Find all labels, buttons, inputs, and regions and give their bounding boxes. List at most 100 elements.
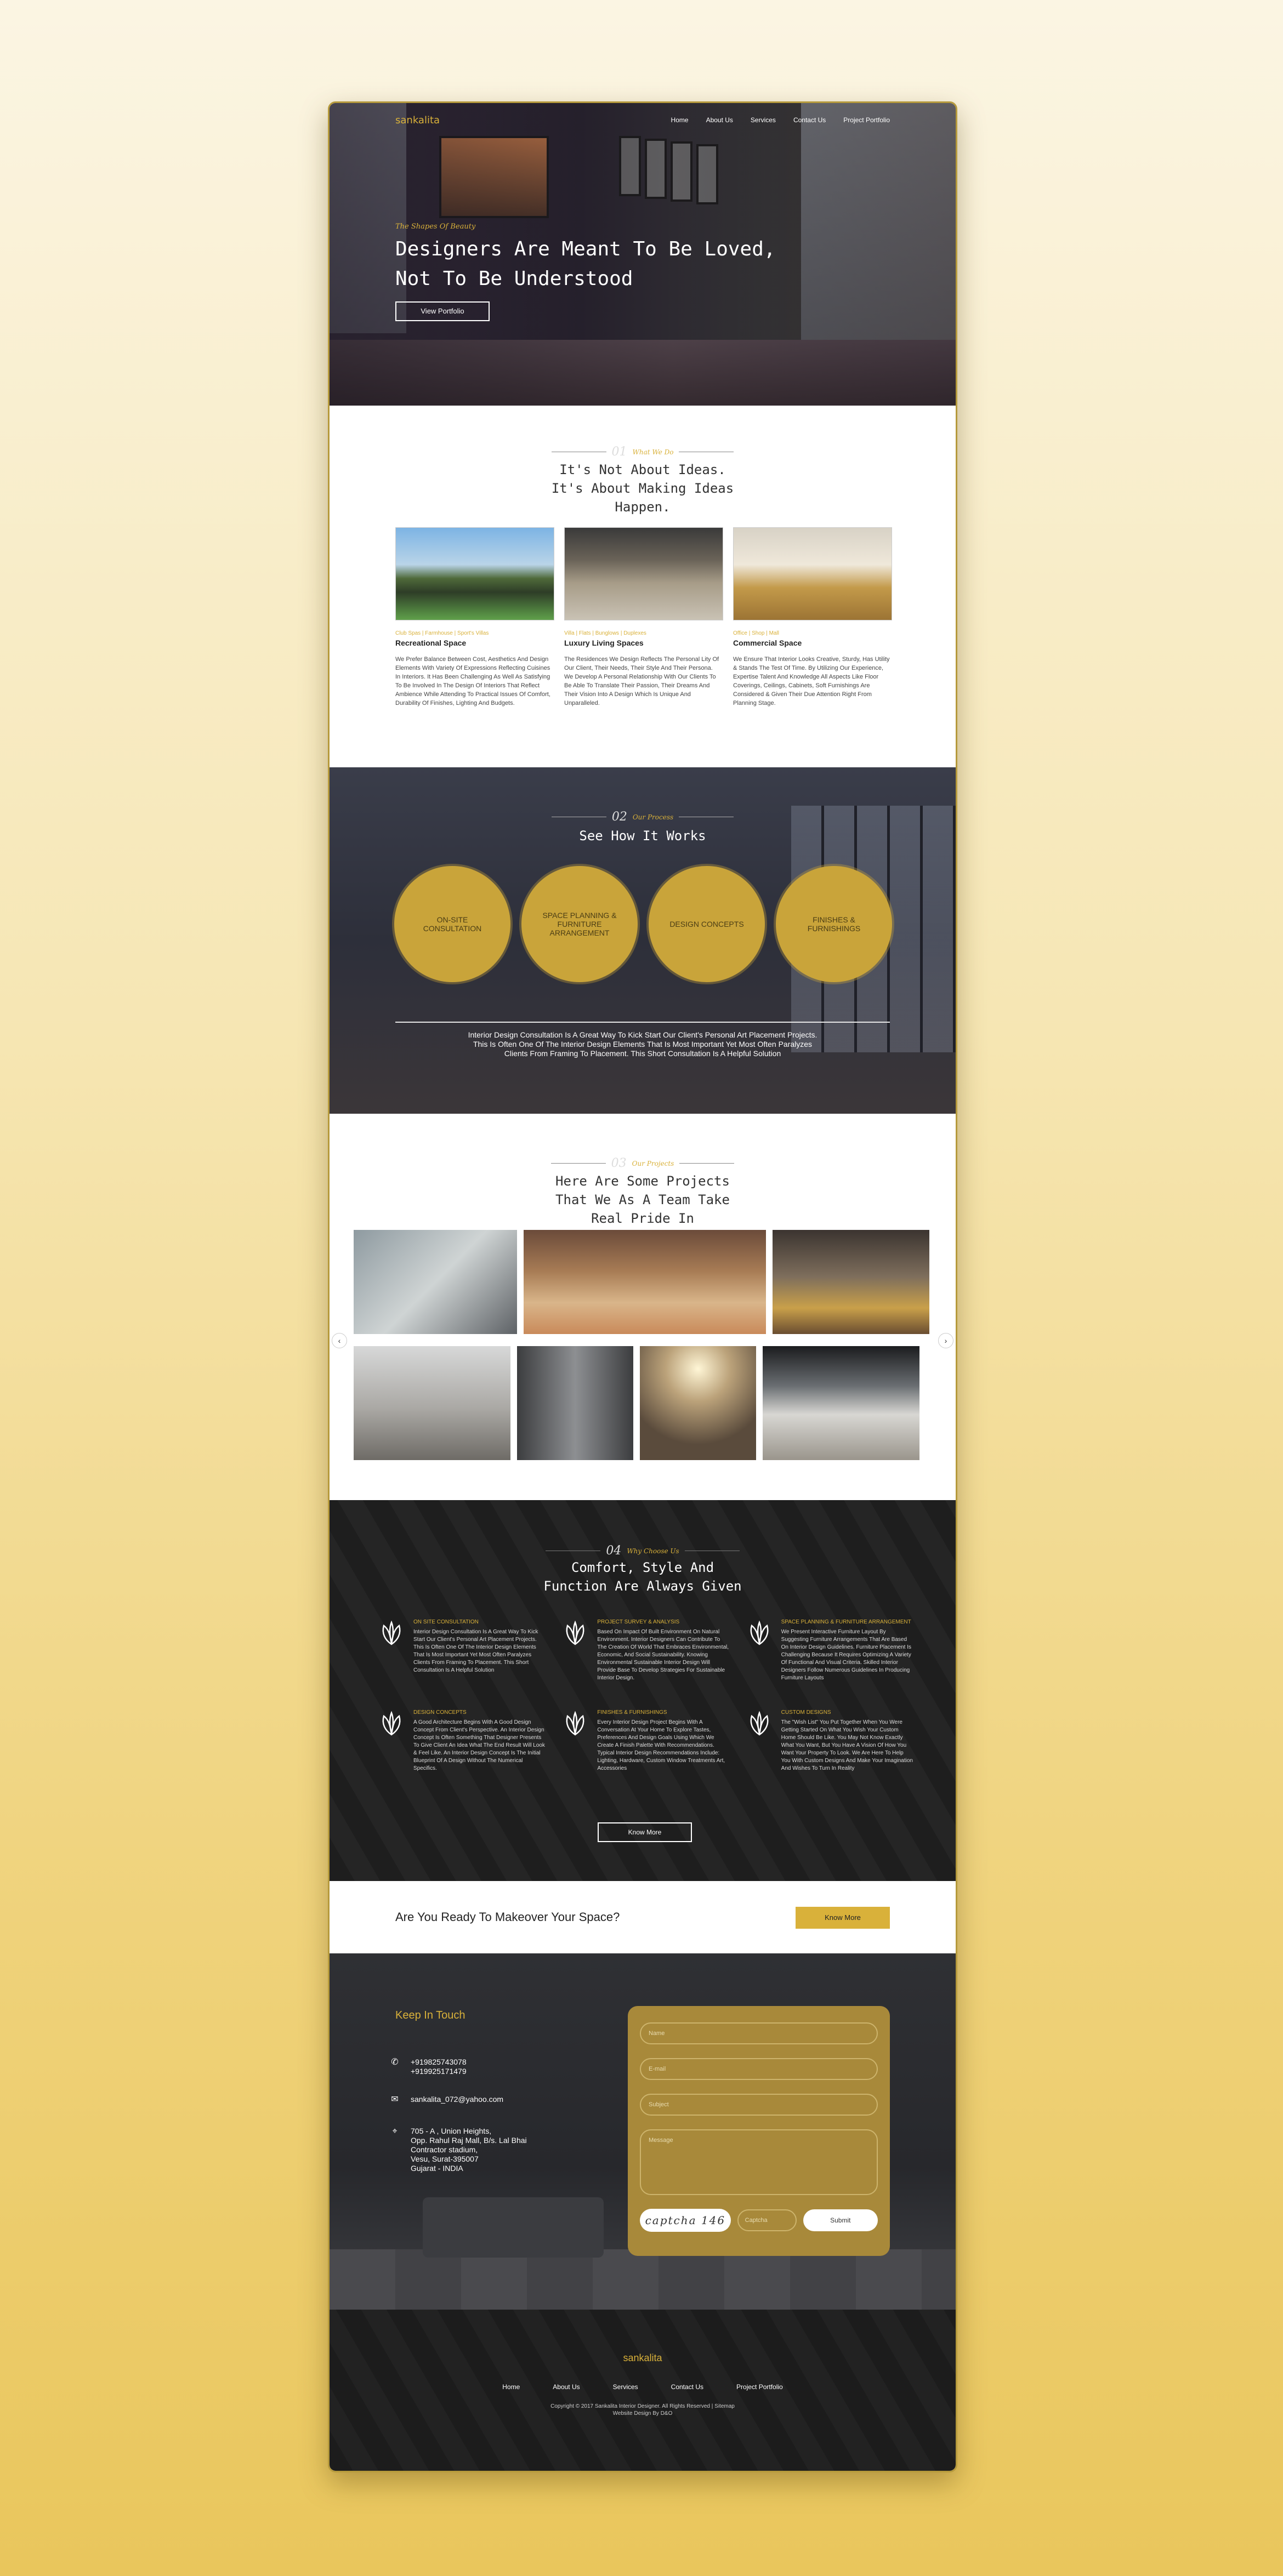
mail-icon: ✉ xyxy=(391,2095,399,2104)
feature-title: PROJECT SURVEY & ANALYSIS xyxy=(597,1619,680,1625)
feature-text: Based On Impact Of Built Environment On … xyxy=(597,1629,729,1681)
cta-section: Are You Ready To Makeover Your Space? Kn… xyxy=(330,1881,956,1953)
feature-title: CUSTOM DESIGNS xyxy=(781,1709,831,1716)
contact-phones: ✆ +919825743078 +919925171479 xyxy=(390,2058,467,2076)
nav-contact[interactable]: Contact Us xyxy=(793,116,826,124)
footer-link-portfolio[interactable]: Project Portfolio xyxy=(736,2383,783,2391)
projects-section: 03 Our Projects Here Are Some Projects T… xyxy=(330,1114,956,1500)
logo[interactable]: sankalita xyxy=(395,115,440,126)
service-card[interactable]: Office | Shop | Mall Commercial Space We… xyxy=(733,527,892,708)
feature-text: Interior Design Consultation Is A Great … xyxy=(413,1629,538,1673)
lotus-icon xyxy=(750,1620,769,1645)
top-nav: sankalita Home About Us Services Contact… xyxy=(395,112,890,128)
email-address[interactable]: sankalita_072@yahoo.com xyxy=(411,2095,503,2104)
why-know-more-button[interactable]: Know More xyxy=(598,1822,692,1842)
section-number: 04 xyxy=(606,1544,622,1558)
process-step[interactable]: DESIGN CONCEPTS xyxy=(649,866,765,982)
contact-email: ✉ sankalita_072@yahoo.com xyxy=(390,2095,503,2104)
project-thumbnail[interactable] xyxy=(354,1346,510,1460)
footer-link-about[interactable]: About Us xyxy=(553,2383,580,2391)
lotus-icon xyxy=(566,1620,584,1645)
prev-arrow-icon[interactable]: ‹ xyxy=(332,1333,347,1348)
page-frame: sankalita Home About Us Services Contact… xyxy=(328,101,957,2472)
feature-item: SPACE PLANNING & FURNITURE ARRANGEMENT We… xyxy=(744,1618,913,1682)
submit-button[interactable]: Submit xyxy=(803,2209,878,2231)
name-field[interactable]: Name xyxy=(640,2022,878,2044)
lotus-icon xyxy=(566,1711,584,1736)
process-divider xyxy=(395,1022,890,1023)
feature-item: CUSTOM DESIGNS The "Wish List" You Put To… xyxy=(744,1708,913,1773)
divider xyxy=(679,1163,735,1164)
project-thumbnail[interactable] xyxy=(773,1230,929,1334)
email-field[interactable]: E-mail xyxy=(640,2058,878,2080)
service-card[interactable]: Club Spas | Farmhouse | Sport's Villas R… xyxy=(395,527,554,708)
message-field[interactable]: Message xyxy=(640,2129,878,2195)
address-text: 705 - A , Union Heights, Opp. Rahul Raj … xyxy=(411,2127,527,2173)
section-number: 03 xyxy=(611,1156,627,1170)
feature-item: ON SITE CONSULTATION Interior Design Cons… xyxy=(376,1618,546,1682)
footer-links: Home About Us Services Contact Us Projec… xyxy=(330,2383,956,2391)
lotus-icon xyxy=(750,1711,769,1736)
footer-link-home[interactable]: Home xyxy=(502,2383,520,2391)
service-card[interactable]: Villa | Flats | Bunglows | Duplexes Luxu… xyxy=(564,527,723,708)
project-thumbnail[interactable] xyxy=(524,1230,766,1334)
nav-menu: Home About Us Services Contact Us Projec… xyxy=(671,116,890,124)
next-arrow-icon[interactable]: › xyxy=(938,1333,953,1348)
card-title: Recreational Space xyxy=(395,639,467,647)
card-description: We Prefer Balance Between Cost, Aestheti… xyxy=(395,656,550,706)
nav-services[interactable]: Services xyxy=(751,116,776,124)
why-choose-us-section: 04 Why Choose Us Comfort, Style And Func… xyxy=(330,1500,956,1881)
luxury-living-image xyxy=(564,527,723,620)
section-label: What We Do xyxy=(632,448,674,456)
what-section-tag: 01 What We Do xyxy=(330,445,956,459)
lotus-icon xyxy=(382,1620,401,1645)
card-category: Villa | Flats | Bunglows | Duplexes xyxy=(564,630,646,636)
contact-floor xyxy=(330,2249,956,2310)
captcha-image: captcha 146 xyxy=(640,2209,731,2232)
phone-icon: ✆ xyxy=(391,2058,399,2067)
nav-portfolio[interactable]: Project Portfolio xyxy=(843,116,890,124)
feature-title: DESIGN CONCEPTS xyxy=(413,1709,467,1716)
location-pin-icon: ⌖ xyxy=(392,2127,398,2136)
feature-text: We Present Interactive Furniture Layout … xyxy=(781,1629,911,1681)
project-thumbnail[interactable] xyxy=(354,1230,517,1334)
feature-title: SPACE PLANNING & FURNITURE ARRANGEMENT xyxy=(781,1619,911,1625)
feature-grid: ON SITE CONSULTATION Interior Design Cons… xyxy=(376,1618,913,1773)
card-category: Club Spas | Farmhouse | Sport's Villas xyxy=(395,630,489,636)
commercial-image xyxy=(733,527,892,620)
footer-link-services[interactable]: Services xyxy=(613,2383,638,2391)
process-step[interactable]: SPACE PLANNING & FURNITURE ARRANGEMENT xyxy=(521,866,638,982)
footer-link-contact[interactable]: Contact Us xyxy=(671,2383,703,2391)
feature-text: The "Wish List" You Put Together When Yo… xyxy=(781,1719,913,1771)
captcha-row: captcha 146 Captcha Submit xyxy=(640,2209,878,2232)
view-portfolio-button[interactable]: View Portfolio xyxy=(395,301,490,321)
section-label: Our Projects xyxy=(632,1159,674,1167)
process-step[interactable]: ON-SITE CONSULTATION xyxy=(394,866,510,982)
divider xyxy=(550,1163,606,1164)
cta-know-more-button[interactable]: Know More xyxy=(796,1907,890,1929)
contact-form: Name E-mail Subject Message captcha 146 … xyxy=(628,2006,890,2256)
footer-logo[interactable]: sankalita xyxy=(330,2352,956,2364)
what-title: It's Not About Ideas. It's About Making … xyxy=(551,462,734,515)
footer-copyright: Copyright © 2017 Sankalita Interior Desi… xyxy=(330,2403,956,2417)
project-thumbnail[interactable] xyxy=(517,1346,633,1460)
project-thumbnail[interactable] xyxy=(640,1346,756,1460)
what-we-do-section: 01 What We Do It's Not About Ideas. It's… xyxy=(330,406,956,767)
nav-about[interactable]: About Us xyxy=(706,116,733,124)
section-label: Our Process xyxy=(632,813,674,821)
feature-title: FINISHES & FURNISHINGS xyxy=(597,1709,667,1716)
card-description: The Residences We Design Reflects The Pe… xyxy=(564,656,719,706)
process-step[interactable]: FINISHES & FURNISHINGS xyxy=(776,866,892,982)
project-thumbnail[interactable] xyxy=(763,1346,919,1460)
recreational-image xyxy=(395,527,554,620)
phone-numbers[interactable]: +919825743078 +919925171479 xyxy=(411,2058,467,2076)
footer: sankalita Home About Us Services Contact… xyxy=(330,2310,956,2471)
service-cards: Club Spas | Farmhouse | Sport's Villas R… xyxy=(395,527,892,708)
feature-item: PROJECT SURVEY & ANALYSIS Based On Impact… xyxy=(560,1618,729,1682)
subject-field[interactable]: Subject xyxy=(640,2094,878,2116)
projects-section-tag: 03 Our Projects xyxy=(330,1156,956,1170)
captcha-field[interactable]: Captcha xyxy=(737,2209,797,2231)
why-section-tag: 04 Why Choose Us xyxy=(330,1544,956,1558)
nav-home[interactable]: Home xyxy=(671,116,689,124)
feature-item: FINISHES & FURNISHINGS Every Interior Des… xyxy=(560,1708,729,1773)
